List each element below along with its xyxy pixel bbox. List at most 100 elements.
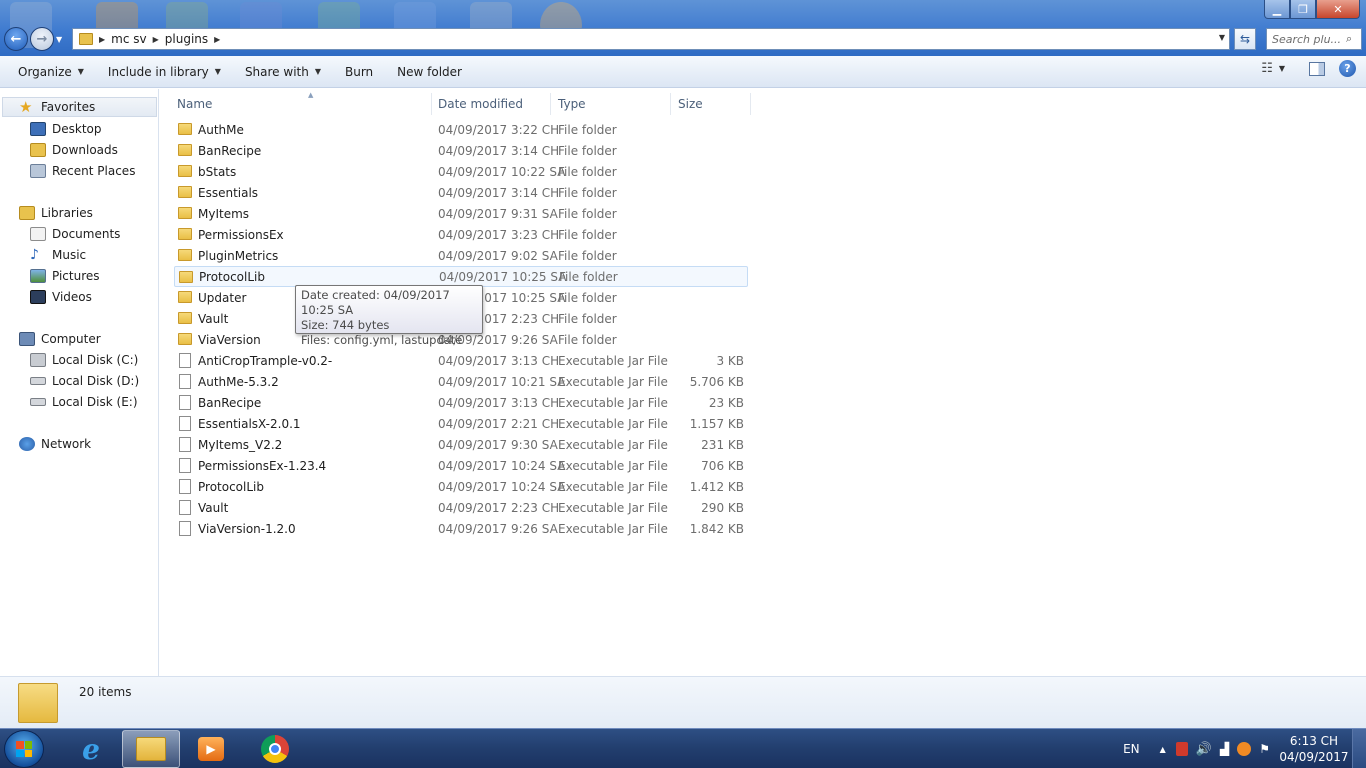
file-row[interactable]: MyItems_V2.2 04/09/2017 9:30 SA Executable…	[174, 434, 748, 455]
include-in-library-button[interactable]: Include in library ▼	[100, 60, 229, 84]
recent-pages-button[interactable]: ▼	[56, 33, 66, 45]
folder-row[interactable]: ProtocolLib 04/09/2017 10:25 SA File folde…	[174, 266, 748, 287]
change-view-icon[interactable]: ☷	[1261, 61, 1273, 76]
refresh-button[interactable]: ⇆	[1234, 28, 1256, 50]
volume-icon[interactable]: 🔊	[1196, 742, 1212, 757]
file-row[interactable]: BanRecipe 04/09/2017 3:13 CH Executable Ja…	[174, 392, 748, 413]
jar-file-icon	[179, 500, 191, 515]
address-bar[interactable]: ▶ mc sv ▶ plugins ▶ ▼	[72, 28, 1230, 50]
column-header-name[interactable]: Name ▲	[170, 91, 432, 115]
maximize-button[interactable]: ❐	[1290, 0, 1316, 19]
close-button[interactable]: ✕	[1316, 0, 1360, 19]
taskbar-media-player[interactable]: ▶	[182, 730, 240, 768]
taskbar-file-explorer[interactable]	[122, 730, 180, 768]
nav-downloads-label: Downloads	[52, 143, 118, 157]
file-row[interactable]: AuthMe-5.3.2 04/09/2017 10:21 SA Executabl…	[174, 371, 748, 392]
file-row[interactable]: ViaVersion-1.2.0 04/09/2017 9:26 SA Execut…	[174, 518, 748, 539]
file-row[interactable]: Vault 04/09/2017 2:23 CH Executable Jar Fi…	[174, 497, 748, 518]
folder-icon	[178, 207, 192, 219]
nav-local-disk-c[interactable]: Local Disk (C:)	[30, 350, 138, 370]
nav-desktop[interactable]: Desktop	[30, 119, 102, 139]
clock-date: 04/09/2017	[1279, 750, 1349, 764]
avast-icon[interactable]	[1237, 742, 1252, 756]
file-name: PluginMetrics	[198, 248, 279, 263]
tooltip-files: Files: config.yml, lastupdate	[301, 333, 463, 347]
file-date-modified: 04/09/2017 3:23 CH	[438, 227, 560, 242]
taskbar-internet-explorer[interactable]: e	[62, 730, 120, 768]
nav-music[interactable]: ♪ Music	[30, 245, 86, 265]
folder-row[interactable]: MyItems 04/09/2017 9:31 SA File folder	[174, 203, 748, 224]
new-folder-button[interactable]: New folder	[389, 60, 470, 84]
new-folder-label: New folder	[397, 64, 462, 79]
clock[interactable]: 6:13 CH 04/09/2017	[1276, 733, 1352, 765]
file-date-modified: 04/09/2017 3:22 CH	[438, 122, 560, 137]
breadcrumb-plugins[interactable]: plugins	[165, 32, 208, 46]
minimize-button[interactable]: ▁	[1264, 0, 1290, 19]
nav-local-disk-e[interactable]: Local Disk (E:)	[30, 392, 138, 412]
jar-file-icon	[179, 437, 191, 452]
nav-downloads[interactable]: Downloads	[30, 140, 118, 160]
file-date-modified: 04/09/2017 2:21 CH	[438, 416, 560, 431]
file-row[interactable]: ProtocolLib 04/09/2017 10:24 SA Executable…	[174, 476, 748, 497]
folder-row[interactable]: Essentials 04/09/2017 3:14 CH File folder	[174, 182, 748, 203]
folder-icon	[178, 249, 192, 261]
folder-row[interactable]: PluginMetrics 04/09/2017 9:02 SA File fold…	[174, 245, 748, 266]
search-input[interactable]	[1272, 32, 1346, 46]
column-header-size-label: Size	[678, 97, 703, 111]
show-desktop-button[interactable]	[1352, 729, 1366, 768]
nav-pictures[interactable]: Pictures	[30, 266, 100, 286]
organize-button[interactable]: Organize ▼	[10, 60, 92, 84]
file-date-modified: 04/09/2017 9:31 SA	[438, 206, 558, 221]
file-row[interactable]: PermissionsEx-1.23.4 04/09/2017 10:24 SA E…	[174, 455, 748, 476]
search-icon[interactable]: ⌕	[1346, 32, 1352, 46]
action-center-flag-icon[interactable]: ⚑	[1259, 742, 1270, 756]
jar-file-icon	[179, 458, 191, 473]
arrow-left-icon: ←	[10, 31, 22, 47]
nav-documents[interactable]: Documents	[30, 224, 120, 244]
breadcrumb-separator-icon[interactable]: ▶	[99, 35, 105, 44]
nav-favorites[interactable]: ★ Favorites	[2, 97, 157, 117]
column-header-type[interactable]: Type	[551, 93, 671, 115]
file-date-modified: 04/09/2017 9:02 SA	[438, 248, 558, 263]
chevron-down-icon[interactable]: ▼	[1279, 64, 1285, 73]
file-row[interactable]: EssentialsX-2.0.1 04/09/2017 2:21 CH Execu…	[174, 413, 748, 434]
folder-row[interactable]: AuthMe 04/09/2017 3:22 CH File folder	[174, 119, 748, 140]
nav-videos-label: Videos	[52, 290, 92, 304]
column-header-size[interactable]: Size	[671, 93, 751, 115]
file-row[interactable]: AntiCropTrample-v0.2- 04/09/2017 3:13 CH E…	[174, 350, 748, 371]
nav-local-disk-d[interactable]: Local Disk (D:)	[30, 371, 139, 391]
folder-row[interactable]: bStats 04/09/2017 10:22 SA File folder	[174, 161, 748, 182]
nav-videos[interactable]: Videos	[30, 287, 92, 307]
nav-pictures-label: Pictures	[52, 269, 100, 283]
show-hidden-icons-icon[interactable]: ▲	[1160, 745, 1166, 754]
back-button[interactable]: ←	[4, 27, 28, 51]
address-dropdown-icon[interactable]: ▼	[1219, 33, 1225, 42]
libraries-icon	[19, 206, 35, 220]
start-button[interactable]	[4, 730, 44, 768]
nav-network[interactable]: Network	[19, 434, 91, 454]
breadcrumb-separator-icon[interactable]: ▶	[153, 35, 159, 44]
folder-row[interactable]: BanRecipe 04/09/2017 3:14 CH File folder	[174, 140, 748, 161]
nav-computer[interactable]: Computer	[19, 329, 101, 349]
network-signal-icon[interactable]: ▟	[1220, 742, 1229, 756]
breadcrumb-separator-icon[interactable]: ▶	[214, 35, 220, 44]
forward-button[interactable]: →	[30, 27, 54, 51]
item-count: 20 items	[79, 685, 132, 699]
column-header-date[interactable]: Date modified	[431, 93, 551, 115]
share-with-button[interactable]: Share with ▼	[237, 60, 329, 84]
breadcrumb-mc-sv[interactable]: mc sv	[111, 32, 146, 46]
antivirus-icon[interactable]	[1175, 742, 1188, 756]
help-icon[interactable]: ?	[1339, 60, 1356, 77]
burn-button[interactable]: Burn	[337, 60, 381, 84]
nav-network-label: Network	[41, 437, 92, 451]
jar-file-icon	[179, 416, 191, 431]
file-name: AntiCropTrample-v0.2-	[198, 353, 333, 368]
taskbar-chrome[interactable]	[246, 730, 304, 768]
folder-row[interactable]: PermissionsEx 04/09/2017 3:23 CH File fold…	[174, 224, 748, 245]
search-box[interactable]: ⌕	[1266, 28, 1362, 50]
file-name: ProtocolLib	[198, 479, 264, 494]
nav-libraries[interactable]: Libraries	[19, 203, 93, 223]
nav-recent-places[interactable]: Recent Places	[30, 161, 135, 181]
language-indicator[interactable]: EN	[1123, 742, 1140, 756]
preview-pane-icon[interactable]	[1309, 61, 1325, 76]
